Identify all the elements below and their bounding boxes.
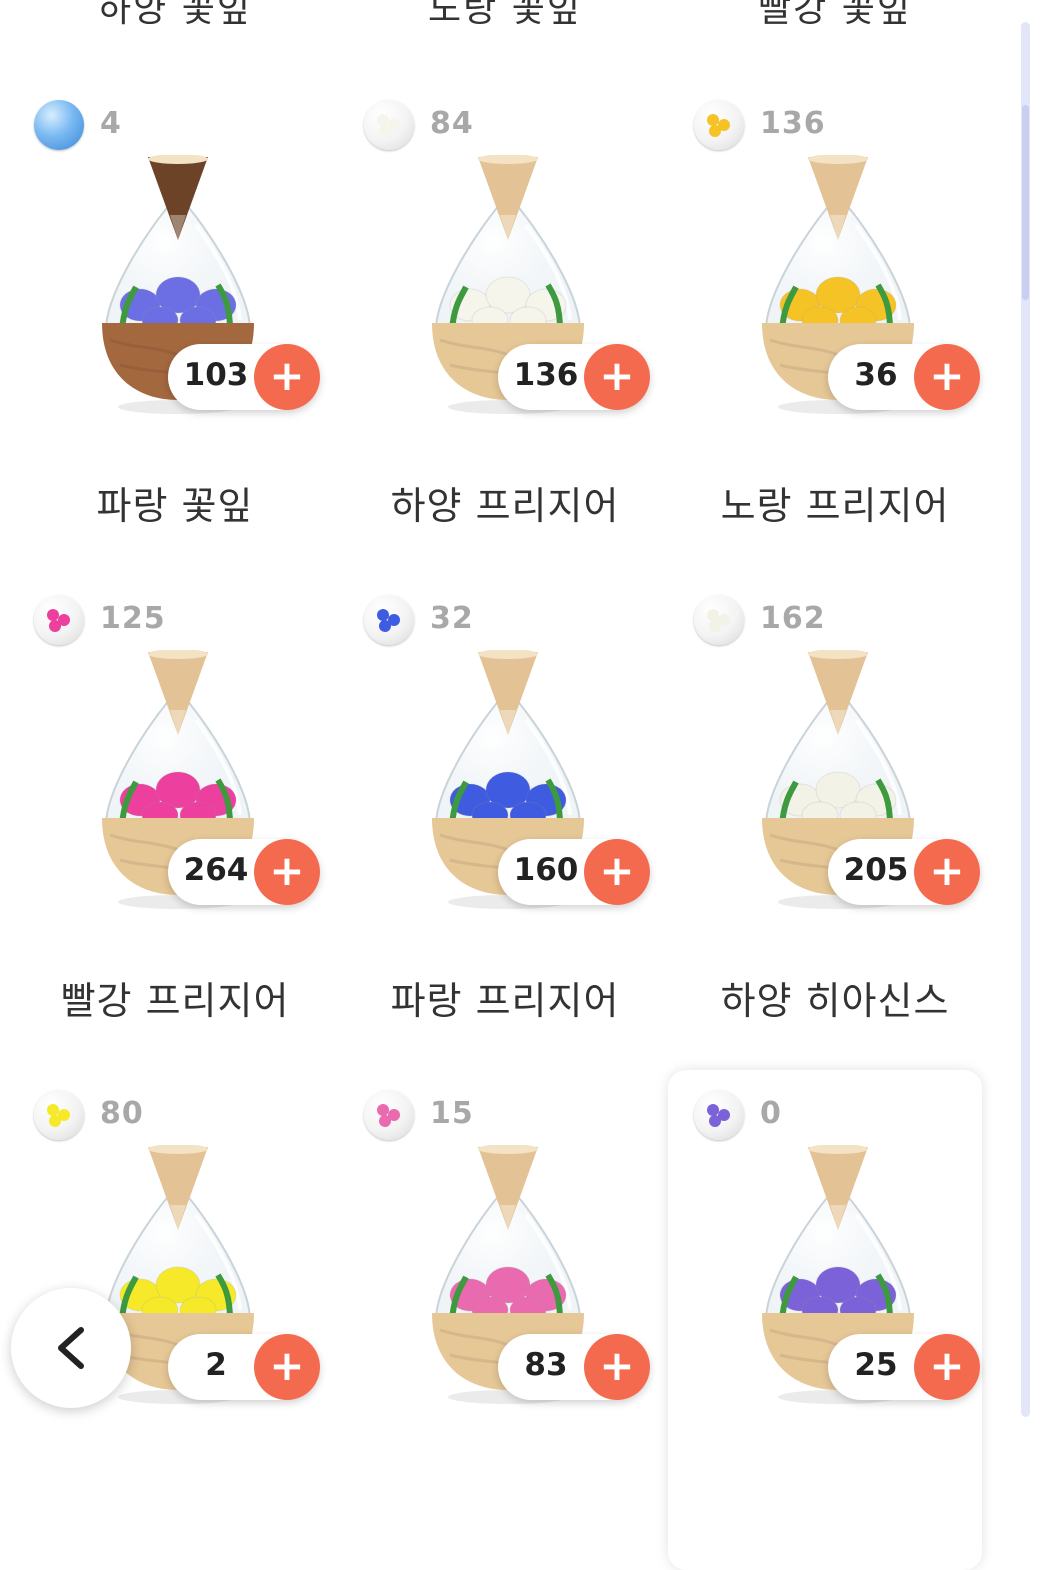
add-button[interactable]: +	[914, 344, 980, 410]
red-freesia-seed-icon	[34, 595, 84, 645]
stock-count: 25	[854, 1347, 898, 1383]
seed-count: 15	[430, 1096, 474, 1131]
terrarium-card[interactable]: 125 264 + 빨강 프리지어	[0, 555, 330, 1050]
seed-count: 80	[100, 1096, 144, 1131]
add-button[interactable]: +	[254, 344, 320, 410]
white-hyacinth-seed-icon	[694, 595, 744, 645]
blue-freesia-seed-icon	[364, 595, 414, 645]
seed-count: 0	[760, 1096, 782, 1131]
header-label-2: 노랑 꽃잎	[428, 0, 582, 28]
header-label-3: 빨강 꽃잎	[758, 0, 912, 28]
item-name: 파랑 꽃잎	[96, 484, 254, 528]
add-button[interactable]: +	[254, 839, 320, 905]
add-button[interactable]: +	[254, 1334, 320, 1400]
terrarium-card[interactable]: 162 205 + 하양 히아신스	[660, 555, 990, 1050]
header-label-1: 하양 꽃잎	[98, 0, 252, 28]
stock-count-pill: 136 +	[498, 344, 650, 410]
stock-count-pill: 2 +	[168, 1334, 320, 1400]
stock-count: 103	[183, 357, 249, 393]
stock-count-pill: 205 +	[828, 839, 980, 905]
stock-count-pill: 25 +	[828, 1334, 980, 1400]
white-freesia-seed-icon	[364, 100, 414, 150]
seed-count: 162	[760, 601, 826, 636]
stock-count: 83	[524, 1347, 568, 1383]
terrarium-card[interactable]: 4 103 + 파랑 꽃잎	[0, 60, 330, 555]
add-button[interactable]: +	[914, 1334, 980, 1400]
seed-count: 136	[760, 106, 826, 141]
yellow-hyacinth-seed-icon	[34, 1090, 84, 1140]
stock-count: 36	[854, 357, 898, 393]
stock-count: 264	[183, 852, 249, 888]
add-button[interactable]: +	[584, 1334, 650, 1400]
add-button[interactable]: +	[584, 344, 650, 410]
stock-count-pill: 160 +	[498, 839, 650, 905]
column-header-row: 하양 꽃잎 노랑 꽃잎 빨강 꽃잎	[0, 0, 1020, 28]
purple-hyacinth-seed-icon	[694, 1090, 744, 1140]
stock-count: 160	[513, 852, 579, 888]
item-name: 노랑 프리지어	[720, 484, 950, 528]
stock-count-pill: 103 +	[168, 344, 320, 410]
item-name: 파랑 프리지어	[390, 979, 620, 1023]
terrarium-card[interactable]: 136 36 + 노랑 프리지어	[660, 60, 990, 555]
terrarium-card[interactable]: 84 136 + 하양 프리지어	[330, 60, 660, 555]
terrarium-card[interactable]: 0 25 +	[660, 1050, 990, 1570]
seed-count: 125	[100, 601, 166, 636]
item-name: 빨강 프리지어	[60, 979, 290, 1023]
seed-count: 32	[430, 601, 474, 636]
add-button[interactable]: +	[914, 839, 980, 905]
terrarium-card[interactable]: 32 160 + 파랑 프리지어	[330, 555, 660, 1050]
water-drop-icon	[34, 100, 84, 150]
stock-count: 2	[205, 1347, 227, 1383]
yellow-freesia-seed-icon	[694, 100, 744, 150]
scrollbar-thumb[interactable]	[1022, 105, 1029, 300]
stock-count-pill: 83 +	[498, 1334, 650, 1400]
terrarium-card[interactable]: 15 83 +	[330, 1050, 660, 1545]
item-name: 하양 히아신스	[720, 979, 950, 1023]
stock-count-pill: 36 +	[828, 344, 980, 410]
stock-count: 205	[843, 852, 909, 888]
seed-count: 4	[100, 106, 122, 141]
seed-count: 84	[430, 106, 474, 141]
back-button[interactable]	[11, 1288, 131, 1408]
chevron-left-icon	[58, 1327, 84, 1369]
item-name: 하양 프리지어	[390, 484, 620, 528]
stock-count: 136	[513, 357, 579, 393]
stock-count-pill: 264 +	[168, 839, 320, 905]
pink-hyacinth-seed-icon	[364, 1090, 414, 1140]
add-button[interactable]: +	[584, 839, 650, 905]
